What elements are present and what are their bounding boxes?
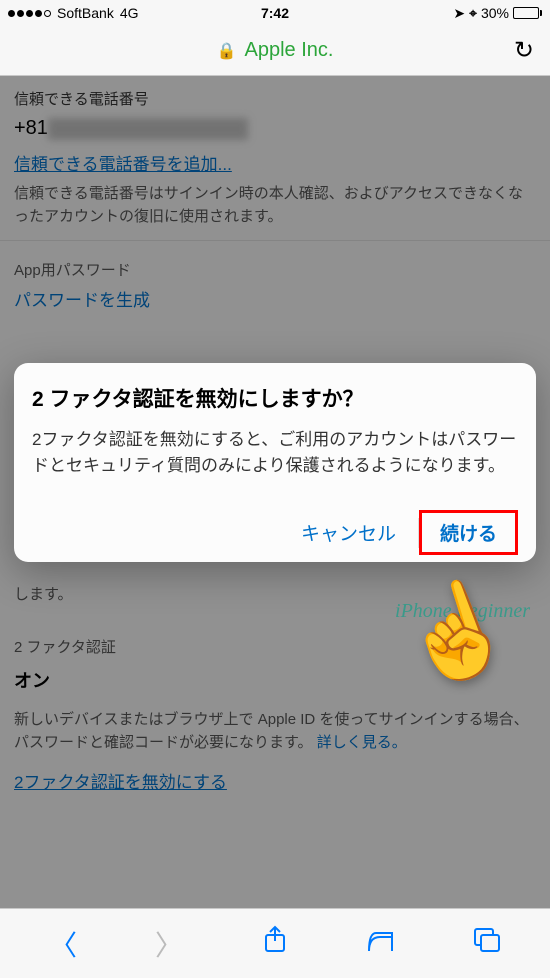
battery-icon xyxy=(513,7,542,19)
lock-icon: 🔒 xyxy=(217,41,237,61)
two-factor-status: オン xyxy=(0,663,550,697)
status-bar: SoftBank 4G 7:42 ➤ ⌖ 30% xyxy=(0,0,550,26)
app-password-heading: App用パスワード xyxy=(0,241,550,286)
add-phone-link[interactable]: 信頼できる電話番号を追加... xyxy=(14,155,232,174)
trusted-phone-heading: 信頼できる電話番号 xyxy=(14,88,536,109)
status-right: ➤ ⌖ 30% xyxy=(453,5,542,22)
location-icon: ➤ xyxy=(453,5,465,22)
back-button[interactable]: 〈 xyxy=(41,924,85,964)
truncated-text: します。 xyxy=(0,575,550,618)
two-factor-description: 新しいデバイスまたはブラウザ上で Apple ID を使ってサインインする場合、… xyxy=(0,705,550,758)
dialog-actions: キャンセル 続ける xyxy=(32,504,518,562)
learn-more-link[interactable]: 詳しく見る。 xyxy=(317,734,407,751)
dialog-body: 2ファクタ認証を無効にすると、ご利用のアカウントはパスワードとセキュリティ質問の… xyxy=(32,427,518,480)
battery-pct: 30% xyxy=(481,5,509,21)
network-label: 4G xyxy=(120,5,139,21)
share-button[interactable] xyxy=(253,925,297,962)
generate-password-link[interactable]: パスワードを生成 xyxy=(14,291,150,310)
reload-button[interactable]: ↻ xyxy=(514,36,534,65)
confirm-dialog: 2 ファクタ認証を無効にしますか？ 2ファクタ認証を無効にすると、ご利用のアカウ… xyxy=(14,363,536,562)
site-identity: Apple Inc. xyxy=(244,39,333,62)
bluetooth-icon: ⌖ xyxy=(469,5,477,22)
browser-toolbar: 〈 〉 xyxy=(0,908,550,978)
disable-two-factor-link[interactable]: 2ファクタ認証を無効にする xyxy=(14,773,227,792)
forward-button[interactable]: 〉 xyxy=(147,924,191,964)
phone-number-row: +81 xyxy=(14,117,536,140)
bookmarks-button[interactable] xyxy=(359,928,403,960)
status-left: SoftBank 4G xyxy=(8,5,139,21)
signal-strength-icon xyxy=(8,10,51,17)
continue-button[interactable]: 続ける xyxy=(419,510,518,555)
cancel-button[interactable]: キャンセル xyxy=(279,509,418,556)
phone-description: 信頼できる電話番号はサインイン時の本人確認、およびアクセスできなくなったアカウン… xyxy=(14,183,536,228)
carrier-label: SoftBank xyxy=(57,5,114,21)
two-factor-heading: 2 ファクタ認証 xyxy=(0,618,550,663)
clock: 7:42 xyxy=(261,5,289,21)
phone-redacted xyxy=(48,118,248,140)
browser-url-bar[interactable]: 🔒 Apple Inc. ↻ xyxy=(0,26,550,76)
tabs-button[interactable] xyxy=(465,927,509,960)
dialog-title: 2 ファクタ認証を無効にしますか？ xyxy=(32,383,518,413)
phone-prefix: +81 xyxy=(14,117,48,139)
